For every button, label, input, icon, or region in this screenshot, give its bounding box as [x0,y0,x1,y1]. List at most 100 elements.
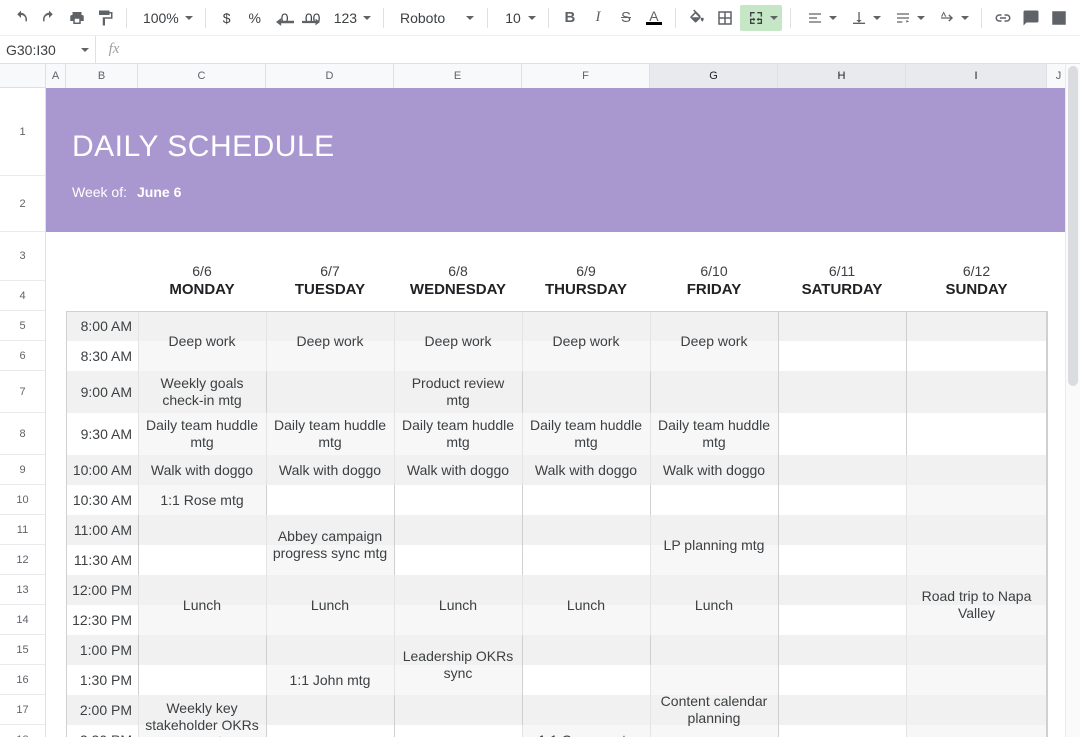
row-shade [66,515,1047,545]
font-size-dropdown[interactable]: 10 [496,5,540,31]
chevron-down-icon [873,16,881,20]
row-header-2[interactable]: 2 [0,176,46,232]
schedule-event[interactable]: Deep work [266,311,394,371]
italic-button[interactable]: I [585,5,611,31]
row-header-3[interactable]: 3 [0,232,46,281]
row-header-1[interactable]: 1 [0,88,46,176]
schedule-event[interactable]: Weekly goals check-in mtg [138,371,266,413]
column-header-I[interactable]: I [906,64,1047,88]
schedule-event[interactable]: LP planning mtg [650,515,778,575]
schedule-event[interactable]: Weekly key stakeholder OKRs sync mtg [138,695,266,737]
row-header-8[interactable]: 8 [0,413,46,455]
schedule-event[interactable]: Leadership OKRs sync [394,635,522,695]
schedule-event[interactable]: Content calendar planning [650,665,778,737]
insert-chart-button[interactable] [1046,5,1072,31]
schedule-event[interactable]: Deep work [522,311,650,371]
schedule-event[interactable]: Deep work [650,311,778,371]
schedule-event[interactable]: Walk with doggo [522,455,650,485]
time-label: 9:00 AM [66,371,138,413]
undo-button[interactable] [8,5,34,31]
schedule-event[interactable]: Road trip to Napa Valley [906,455,1047,737]
schedule-event[interactable]: Daily team huddle mtg [266,413,394,455]
text-rotation-dropdown[interactable] [931,5,973,31]
schedule-event[interactable]: Walk with doggo [650,455,778,485]
time-label: 11:30 AM [66,545,138,575]
borders-button[interactable] [712,5,738,31]
insert-comment-button[interactable] [1018,5,1044,31]
row-header-6[interactable]: 6 [0,341,46,371]
row-header-13[interactable]: 13 [0,575,46,605]
increase-decimal-button[interactable]: .00 [298,5,324,31]
row-header-7[interactable]: 7 [0,371,46,413]
print-button[interactable] [64,5,90,31]
redo-button[interactable] [36,5,62,31]
strikethrough-button[interactable]: S [613,5,639,31]
schedule-event[interactable]: Deep work [394,311,522,371]
schedule-event[interactable]: Lunch [522,575,650,635]
format-currency-button[interactable]: $ [214,5,240,31]
schedule-event[interactable]: Walk with doggo [138,455,266,485]
paint-format-button[interactable] [92,5,118,31]
text-color-button[interactable]: A [641,5,667,31]
row-header-16[interactable]: 16 [0,665,46,695]
gridline [66,311,67,737]
column-header-F[interactable]: F [522,64,650,88]
decrease-decimal-button[interactable]: .0 [270,5,296,31]
schedule-event[interactable]: Daily team huddle mtg [650,413,778,455]
column-header-C[interactable]: C [138,64,266,88]
date-header: 6/6 [138,232,266,281]
merge-cells-button[interactable] [740,5,782,31]
schedule-event[interactable]: Daily team huddle mtg [522,413,650,455]
fill-color-button[interactable] [684,5,710,31]
select-all-corner[interactable] [0,64,46,88]
schedule-event[interactable]: Lunch [266,575,394,635]
column-header-E[interactable]: E [394,64,522,88]
column-header-B[interactable]: B [66,64,138,88]
schedule-subtitle: Week of:June 6 [72,184,181,200]
column-header-G[interactable]: G [650,64,778,88]
schedule-event[interactable]: Product review mtg [394,371,522,413]
column-header-D[interactable]: D [266,64,394,88]
row-header-5[interactable]: 5 [0,311,46,341]
bold-button[interactable]: B [557,5,583,31]
row-header-4[interactable]: 4 [0,281,46,311]
zoom-dropdown[interactable]: 100% [135,5,197,31]
schedule-event[interactable]: 1:1 Rose mtg [138,485,266,515]
insert-link-button[interactable] [990,5,1016,31]
font-family-dropdown[interactable]: Roboto [392,5,479,31]
text-wrap-dropdown[interactable] [887,5,929,31]
schedule-event[interactable]: Lunch [138,575,266,635]
formula-input[interactable] [132,36,1080,63]
row-header-11[interactable]: 11 [0,515,46,545]
schedule-event[interactable]: Walk with doggo [394,455,522,485]
cells-area[interactable]: DAILY SCHEDULEWeek of:June 66/6MONDAY6/7… [46,88,1080,737]
time-label: 2:30 PM [66,725,138,737]
schedule-event[interactable]: Lunch [650,575,778,635]
schedule-event[interactable]: Deep work [138,311,266,371]
row-header-18[interactable]: 18 [0,725,46,737]
vertical-scrollbar[interactable] [1065,64,1080,737]
schedule-event[interactable]: Lunch [394,575,522,635]
schedule-event[interactable]: Daily team huddle mtg [394,413,522,455]
column-header-A[interactable]: A [46,64,66,88]
column-header-H[interactable]: H [778,64,906,88]
row-header-17[interactable]: 17 [0,695,46,725]
row-header-12[interactable]: 12 [0,545,46,575]
gridline [1047,311,1048,737]
name-box[interactable]: G30:I30 [0,36,96,63]
horizontal-align-dropdown[interactable] [799,5,841,31]
schedule-event[interactable]: 1:1 John mtg [266,665,394,695]
row-header-9[interactable]: 9 [0,455,46,485]
schedule-event[interactable]: Abbey campaign progress sync mtg [266,515,394,575]
vertical-align-dropdown[interactable] [843,5,885,31]
format-percent-button[interactable]: % [242,5,268,31]
row-header-10[interactable]: 10 [0,485,46,515]
schedule-event[interactable]: Daily team huddle mtg [138,413,266,455]
schedule-event[interactable]: 1:1 Carson mtg [522,725,650,737]
row-header-14[interactable]: 14 [0,605,46,635]
row-header-15[interactable]: 15 [0,635,46,665]
time-label: 10:30 AM [66,485,138,515]
more-formats-dropdown[interactable]: 123 [326,5,375,31]
scrollbar-thumb[interactable] [1068,66,1078,386]
schedule-event[interactable]: Walk with doggo [266,455,394,485]
